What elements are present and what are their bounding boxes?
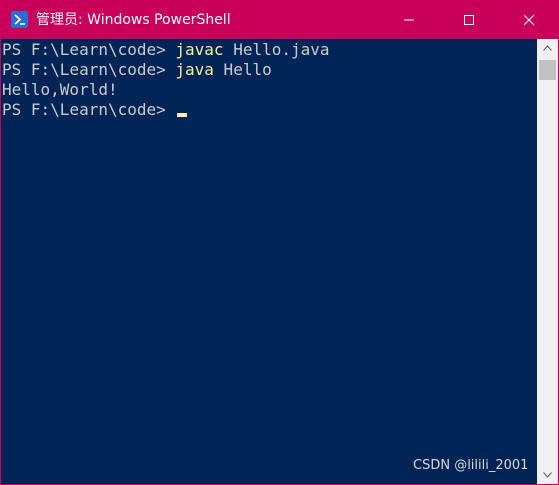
maximize-icon bbox=[464, 15, 474, 25]
text-cursor bbox=[177, 113, 188, 117]
scroll-thumb[interactable] bbox=[539, 60, 556, 80]
minimize-icon bbox=[404, 19, 414, 21]
command-args: Hello.java bbox=[223, 40, 330, 59]
powershell-icon bbox=[11, 11, 28, 28]
console-line: PS F:\Learn\code> bbox=[1, 100, 537, 120]
scroll-up-button[interactable] bbox=[537, 39, 558, 57]
window-title: 管理员: Windows PowerShell bbox=[36, 12, 231, 28]
chevron-down-icon bbox=[543, 472, 552, 478]
command-text: java bbox=[175, 60, 214, 79]
command-args: Hello bbox=[213, 60, 272, 79]
command-text: javac bbox=[175, 40, 224, 59]
prompt-text: PS F:\Learn\code> bbox=[2, 40, 176, 59]
console-line: Hello,World! bbox=[1, 80, 537, 100]
console-line: PS F:\Learn\code> java Hello bbox=[1, 60, 537, 80]
close-icon bbox=[523, 14, 535, 26]
prompt-text: PS F:\Learn\code> bbox=[2, 60, 176, 79]
scroll-down-button[interactable] bbox=[537, 466, 558, 484]
powershell-window: 管理员: Windows PowerShell PS F:\Learn\code… bbox=[0, 0, 559, 485]
console-line: PS F:\Learn\code> javac Hello.java bbox=[1, 40, 537, 60]
console-output[interactable]: PS F:\Learn\code> javac Hello.java PS F:… bbox=[1, 39, 537, 484]
chevron-up-icon bbox=[543, 45, 552, 51]
maximize-button[interactable] bbox=[446, 1, 492, 39]
minimize-button[interactable] bbox=[386, 1, 432, 39]
watermark-text: CSDN @lilili_2001 bbox=[413, 458, 529, 473]
prompt-text: PS F:\Learn\code> bbox=[2, 100, 176, 119]
close-button[interactable] bbox=[506, 1, 552, 39]
title-bar[interactable]: 管理员: Windows PowerShell bbox=[1, 1, 558, 39]
vertical-scrollbar[interactable] bbox=[537, 39, 558, 484]
output-text: Hello,World! bbox=[2, 80, 118, 99]
